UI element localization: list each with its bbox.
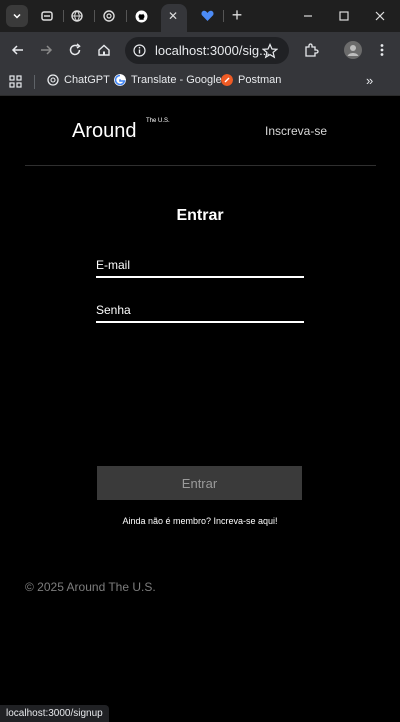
forward-arrow-icon[interactable] <box>38 42 54 58</box>
site-info-icon[interactable] <box>133 44 146 57</box>
browser-toolbar: localhost:3000/sig... <box>0 32 400 68</box>
google-icon <box>114 74 126 86</box>
login-submit-button[interactable]: Entrar <box>97 466 302 500</box>
email-field-container <box>96 254 304 278</box>
home-icon[interactable] <box>96 42 112 58</box>
new-tab-button[interactable]: + <box>228 6 246 24</box>
tab-3[interactable] <box>94 4 124 28</box>
more-menu-icon[interactable] <box>374 42 390 58</box>
password-field-container <box>96 299 304 323</box>
signup-prompt-link[interactable]: Ainda não é membro? Increva-se aqui! <box>0 516 400 526</box>
status-bar-url: localhost:3000/signup <box>0 705 109 722</box>
bookmark-star-icon[interactable] <box>262 43 278 59</box>
bookmark-chatgpt[interactable]: ChatGPT <box>47 74 110 86</box>
logo[interactable]: Around <box>72 120 137 143</box>
bookmark-translate[interactable]: Translate - Google <box>114 74 222 86</box>
minimize-icon[interactable] <box>300 8 316 24</box>
footer-copyright: © 2025 Around The U.S. <box>25 580 156 594</box>
header-divider <box>25 165 376 166</box>
back-arrow-icon[interactable] <box>10 42 26 58</box>
postman-icon <box>221 74 233 86</box>
bookmark-label: Postman <box>238 74 282 86</box>
address-bar-url: localhost:3000/sig... <box>155 43 270 58</box>
close-window-icon[interactable] <box>372 8 388 24</box>
openai-icon <box>103 10 115 22</box>
logo-superscript: The U.S. <box>146 118 170 124</box>
login-form-title: Entrar <box>176 207 224 224</box>
app-tab-icon <box>41 11 53 21</box>
tab-2[interactable] <box>62 4 92 28</box>
openai-icon <box>47 74 59 86</box>
tab-search-button[interactable] <box>6 5 28 27</box>
reload-icon[interactable] <box>67 42 83 58</box>
signup-link[interactable]: Inscreva-se <box>265 124 327 138</box>
tab-separator <box>223 10 224 22</box>
github-icon <box>135 10 147 22</box>
maximize-icon[interactable] <box>336 8 352 24</box>
more-bookmarks-icon[interactable]: » <box>366 73 373 88</box>
bookmark-postman[interactable]: Postman <box>221 74 281 86</box>
bookmarks-divider <box>34 75 35 89</box>
tab-4[interactable] <box>126 4 156 28</box>
tab-1[interactable] <box>32 4 62 28</box>
chevron-down-icon <box>13 13 21 19</box>
bookmark-label: ChatGPT <box>64 74 110 86</box>
globe-icon <box>71 10 83 22</box>
apps-grid-icon[interactable] <box>9 75 22 88</box>
tab-close-icon[interactable]: ✕ <box>168 9 178 23</box>
profile-avatar[interactable] <box>344 41 362 59</box>
tab-5[interactable] <box>192 4 222 28</box>
email-field[interactable] <box>96 254 304 276</box>
browser-tab-strip: ✕ + <box>0 0 400 32</box>
page-content: Around The U.S. Inscreva-se Entrar Entra… <box>0 96 400 722</box>
extensions-icon[interactable] <box>303 42 319 58</box>
password-field[interactable] <box>96 299 304 321</box>
bookmark-label: Translate - Google <box>131 74 222 86</box>
heart-icon <box>200 10 214 21</box>
bookmarks-bar: ChatGPT Translate - Google Postman » <box>0 68 400 96</box>
